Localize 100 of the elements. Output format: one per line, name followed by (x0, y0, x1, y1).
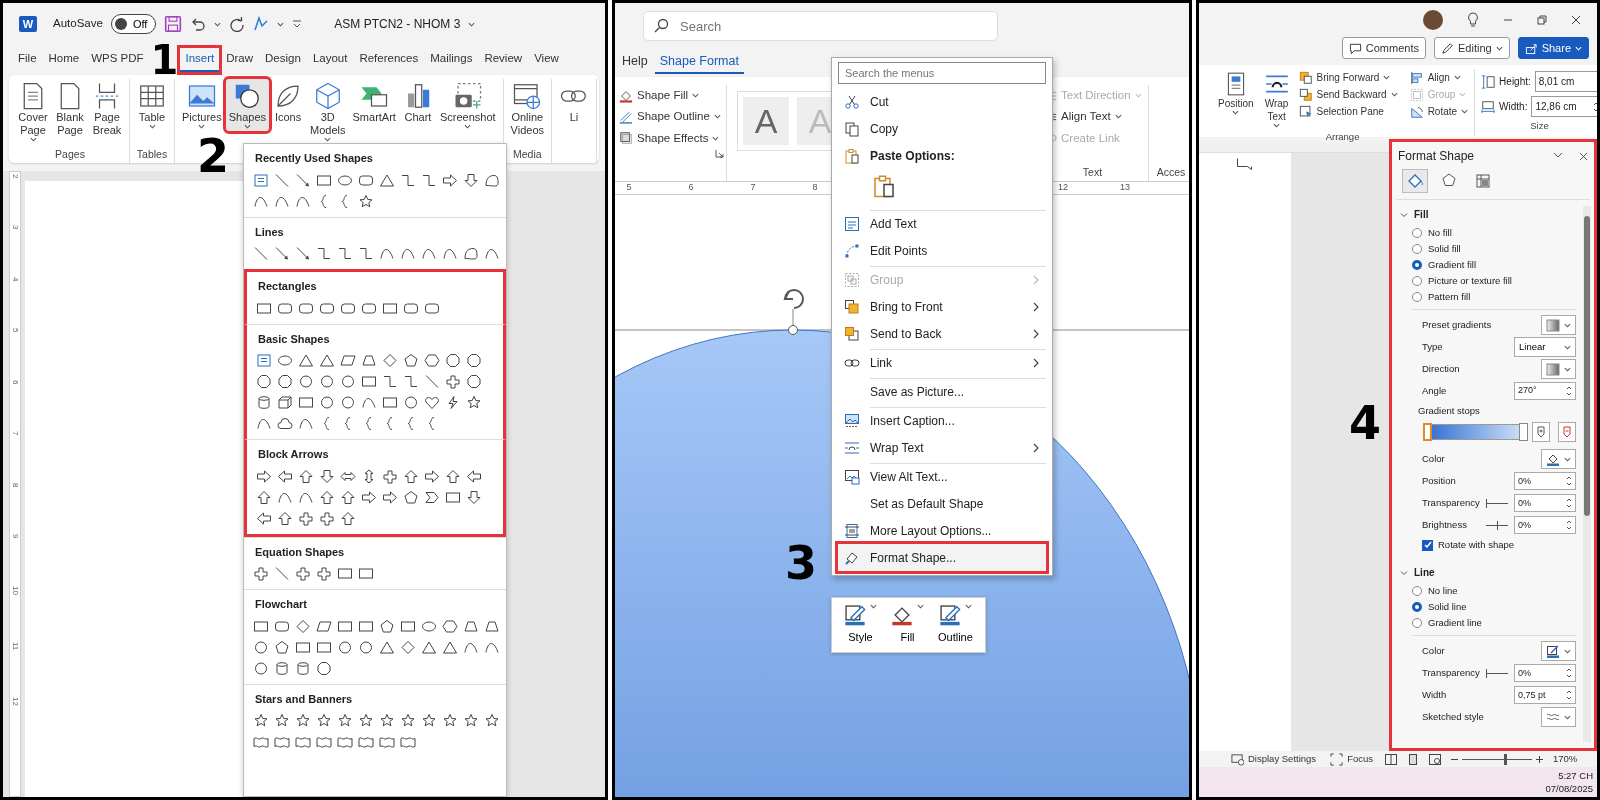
pentagon-icon[interactable] (379, 618, 395, 634)
gradient-picker[interactable] (1541, 359, 1576, 379)
block-arrow-icon[interactable] (277, 468, 293, 484)
block-arrow-icon[interactable] (463, 172, 479, 188)
rounded-rectangle-icon[interactable] (274, 618, 290, 634)
ribbon-button[interactable]: Bring Forward (1296, 69, 1400, 86)
block-arrow-icon[interactable] (298, 468, 314, 484)
banner-icon[interactable] (358, 734, 374, 749)
menu-tab[interactable]: Shape Format (654, 49, 744, 75)
add-stop-button[interactable] (1532, 422, 1550, 443)
rectangle-icon[interactable] (337, 618, 353, 634)
lightbulb-icon[interactable] (1467, 12, 1479, 28)
sketch-style-picker[interactable] (1541, 707, 1576, 728)
menu-item[interactable]: Bring to Front (838, 293, 1046, 320)
spin-field[interactable]: 0% (1514, 664, 1576, 683)
rotate-handle[interactable] (783, 289, 804, 309)
star-icon[interactable] (316, 713, 332, 728)
elbow-connector-icon[interactable] (358, 246, 374, 261)
ribbon-button[interactable]: SmartArt (349, 79, 399, 126)
cylinder-icon[interactable] (256, 395, 272, 410)
menu-tab[interactable]: Mailings (425, 48, 478, 72)
oval-icon[interactable] (421, 618, 437, 634)
trapezoid-icon[interactable] (463, 618, 479, 634)
ribbon-button[interactable]: Shapes (225, 79, 270, 131)
rectangle-icon[interactable] (361, 374, 377, 389)
octagon-icon[interactable] (316, 660, 332, 676)
diamond-icon[interactable] (400, 639, 416, 655)
diamond-icon[interactable] (382, 353, 398, 368)
circle-icon[interactable] (403, 395, 419, 410)
ribbon-button[interactable]: Pictures (179, 79, 225, 131)
close-icon[interactable] (1571, 15, 1581, 25)
autosave-toggle[interactable]: Off (110, 14, 157, 34)
block-arrow-icon[interactable] (256, 468, 272, 484)
star-icon[interactable] (421, 713, 437, 728)
dialog-launcher-icon[interactable] (715, 148, 724, 158)
circle-icon[interactable] (253, 660, 269, 676)
oval-icon[interactable] (337, 172, 353, 188)
curve-icon[interactable] (256, 416, 272, 431)
line-icon[interactable] (253, 246, 269, 261)
gradient-picker[interactable] (1541, 315, 1576, 335)
triangle-icon[interactable] (421, 639, 437, 655)
triangle-icon[interactable] (379, 639, 395, 655)
star-icon[interactable] (400, 713, 416, 728)
circle-icon[interactable] (337, 639, 353, 655)
menu-item[interactable]: Format Shape... (838, 544, 1046, 571)
text-box-icon[interactable] (256, 353, 272, 368)
ribbon-button[interactable]: Shape Effects (617, 127, 724, 149)
menu-item[interactable]: Send to Back (838, 320, 1046, 347)
ribbon-button[interactable]: Position (1215, 69, 1257, 117)
curve-icon[interactable] (442, 246, 458, 261)
curve-icon[interactable] (379, 246, 395, 261)
menu-tab[interactable]: File (13, 48, 42, 72)
ribbon-button[interactable]: Li (556, 79, 592, 126)
avatar[interactable] (1423, 10, 1443, 30)
block-arrow-icon[interactable] (256, 510, 272, 526)
star-icon[interactable] (484, 713, 500, 728)
radio-button[interactable]: Gradient fill (1400, 257, 1477, 273)
ribbon-button[interactable]: Send Backward (1296, 86, 1400, 103)
scrollbar[interactable] (1583, 206, 1591, 742)
circle-icon[interactable] (340, 374, 356, 389)
octagon-icon[interactable] (256, 374, 272, 389)
block-arrow-icon[interactable] (319, 468, 335, 484)
banner-icon[interactable] (400, 734, 416, 749)
triangle-icon[interactable] (379, 172, 395, 188)
block-arrow-icon[interactable] (382, 489, 398, 505)
block-arrow-icon[interactable] (277, 510, 293, 526)
pentagon-icon[interactable] (403, 353, 419, 368)
comment-icon[interactable] (1236, 157, 1254, 171)
octagon-icon[interactable] (277, 374, 293, 389)
spin-field[interactable]: 0% (1514, 472, 1576, 491)
toolbar-button[interactable]: Outline (934, 604, 977, 646)
line-icon[interactable] (424, 374, 440, 389)
pentagon-icon[interactable] (403, 489, 419, 505)
cube-icon[interactable] (277, 395, 293, 410)
rectangle-icon[interactable] (337, 566, 353, 581)
toolbar-button[interactable]: Style (840, 604, 881, 646)
toolbar-button[interactable]: Editing (1434, 37, 1510, 59)
elbow-connector-icon[interactable] (400, 172, 416, 188)
save-icon[interactable] (164, 15, 183, 33)
radio-button[interactable]: Solid line (1400, 599, 1467, 616)
heart-icon[interactable] (424, 395, 440, 410)
rounded-rectangle-icon[interactable] (277, 300, 293, 316)
radio-button[interactable]: Picture or texture fill (1400, 273, 1512, 289)
toolbar-button[interactable]: Fill (887, 604, 928, 646)
trapezoid-icon[interactable] (361, 353, 377, 368)
toolbar-button[interactable]: Comments (1341, 37, 1426, 59)
elbow-connector-icon[interactable] (337, 246, 353, 261)
menu-item[interactable]: Set as Default Shape (838, 490, 1046, 517)
line-icon[interactable] (274, 172, 290, 188)
print-layout-icon[interactable] (1407, 753, 1419, 765)
remove-stop-button[interactable] (1558, 422, 1576, 443)
parallelogram-icon[interactable] (340, 353, 356, 368)
slider-thumb[interactable] (1504, 753, 1508, 765)
ribbon-button[interactable]: Selection Pane (1296, 103, 1400, 120)
circle-icon[interactable] (340, 395, 356, 410)
rounded-rectangle-icon[interactable] (340, 300, 356, 316)
octagon-icon[interactable] (445, 353, 461, 368)
arrow-icon[interactable] (274, 246, 290, 261)
menu-tab[interactable]: Home (43, 48, 85, 72)
ribbon-button[interactable]: Wrap Text (1260, 69, 1293, 130)
